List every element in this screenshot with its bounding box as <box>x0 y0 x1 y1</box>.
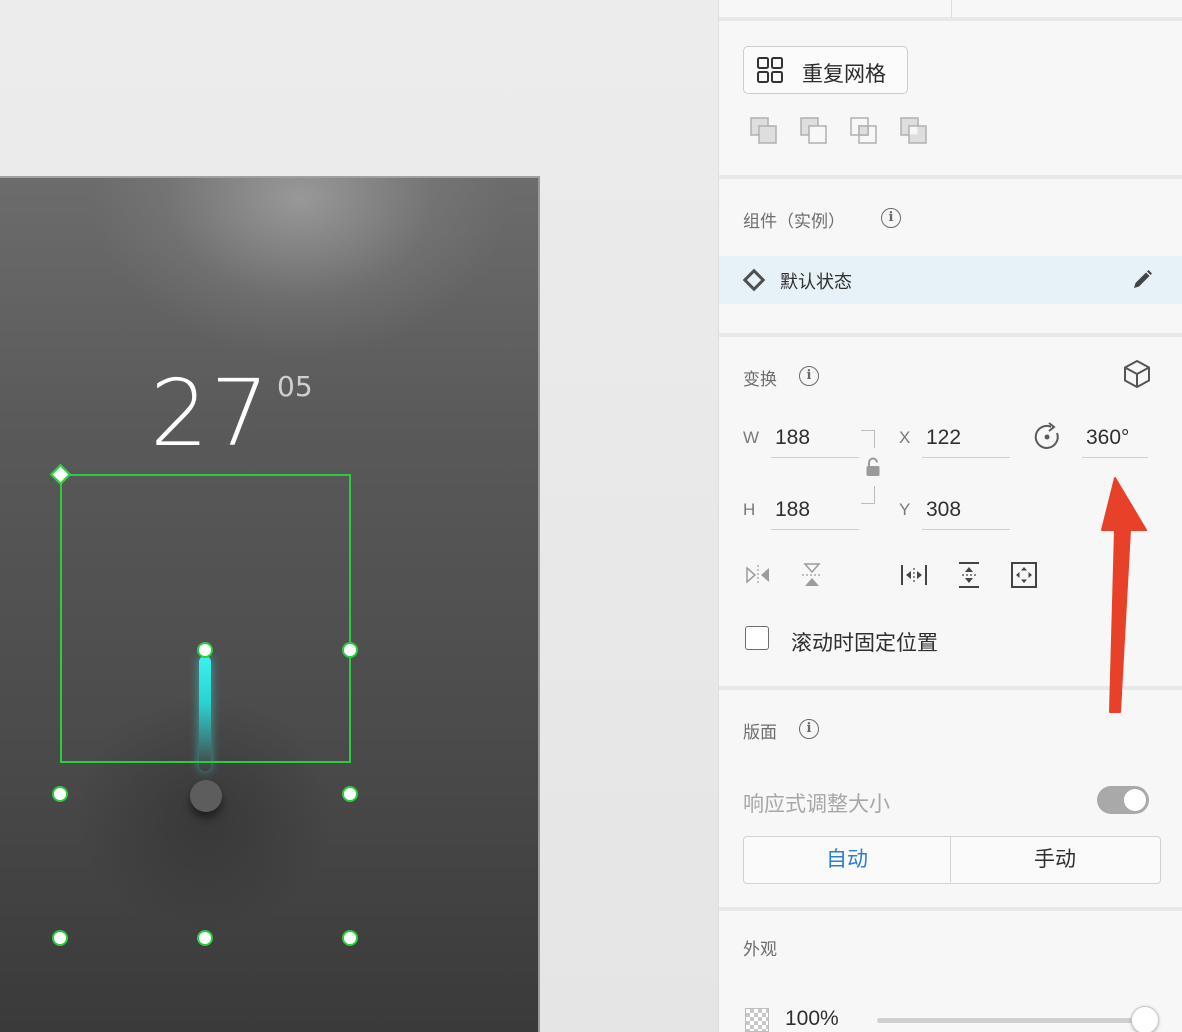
resize-mode-segmented-control: 自动 手动 <box>743 836 1161 884</box>
default-state-label: 默认状态 <box>780 272 852 292</box>
grid-icon <box>757 57 783 83</box>
top-strip <box>719 0 1182 18</box>
fit-to-frame-icon[interactable] <box>1009 560 1039 590</box>
component-state-icon <box>742 268 766 292</box>
distribute-vertical-icon[interactable] <box>954 560 984 590</box>
height-label: H <box>743 500 756 519</box>
info-icon[interactable]: i <box>881 208 901 228</box>
resize-handle-top-right[interactable] <box>342 642 358 658</box>
x-label: X <box>899 428 911 447</box>
repeat-grid-section <box>719 21 1182 176</box>
resize-handle-right[interactable] <box>342 786 358 802</box>
resize-handle-bottom-left[interactable] <box>52 930 68 946</box>
opacity-slider-thumb[interactable] <box>1131 1006 1159 1032</box>
temperature-value: 27 <box>150 360 272 467</box>
flip-vertical-icon[interactable] <box>797 560 827 590</box>
layout-section-title: 版面 <box>743 723 777 742</box>
y-field[interactable]: 308 <box>922 494 1010 530</box>
width-field[interactable]: 188 <box>771 422 859 458</box>
pencil-icon[interactable] <box>1131 269 1153 291</box>
aspect-lock-bracket <box>861 486 875 504</box>
responsive-resize-toggle[interactable] <box>1097 786 1149 814</box>
rotate-icon <box>1034 422 1059 449</box>
aspect-lock-bracket <box>861 430 875 448</box>
unlock-icon[interactable] <box>865 457 881 477</box>
transform-section-title: 变换 <box>743 370 777 389</box>
opacity-checker-icon <box>745 1008 769 1032</box>
fix-position-checkbox[interactable] <box>745 626 769 650</box>
rotation-field[interactable]: 360° <box>1082 422 1148 458</box>
info-icon[interactable]: i <box>799 719 819 739</box>
appearance-section-title: 外观 <box>743 940 777 959</box>
boolean-intersect-icon[interactable] <box>849 116 879 146</box>
info-icon[interactable]: i <box>799 366 819 386</box>
design-canvas[interactable]: 27 05 <box>0 0 718 1032</box>
opacity-value[interactable]: 100% <box>785 1007 839 1031</box>
width-label: W <box>743 428 760 447</box>
resize-handle-top[interactable] <box>197 642 213 658</box>
segment-auto[interactable]: 自动 <box>744 837 951 882</box>
y-value: 308 <box>926 498 962 521</box>
flip-horizontal-icon[interactable] <box>743 560 773 590</box>
segment-manual[interactable]: 手动 <box>951 837 1159 882</box>
annotation-arrow <box>1101 477 1147 713</box>
3d-transform-icon[interactable] <box>1121 358 1153 390</box>
x-field[interactable]: 122 <box>922 422 1010 458</box>
distribute-horizontal-icon[interactable] <box>899 560 929 590</box>
rotation-value: 360° <box>1086 426 1130 449</box>
boolean-add-icon[interactable] <box>749 116 779 146</box>
toggle-knob <box>1124 789 1146 811</box>
height-field[interactable]: 188 <box>771 494 859 530</box>
artboard-light-glow <box>90 178 510 358</box>
responsive-resize-label: 响应式调整大小 <box>743 793 890 816</box>
boolean-subtract-icon[interactable] <box>799 116 829 146</box>
component-section-title: 组件（实例） <box>743 212 845 231</box>
top-strip-divider <box>951 0 952 18</box>
height-value: 188 <box>775 498 811 521</box>
resize-handle-left[interactable] <box>52 786 68 802</box>
knob-center-dot <box>190 780 222 812</box>
fix-position-label: 滚动时固定位置 <box>791 632 938 655</box>
resize-handle-bottom[interactable] <box>197 930 213 946</box>
opacity-slider-track[interactable] <box>877 1018 1143 1023</box>
selection-bounding-box[interactable] <box>60 474 351 763</box>
repeat-grid-label: 重复网格 <box>802 63 886 86</box>
repeat-grid-button[interactable]: 重复网格 <box>743 46 908 94</box>
temperature-decimal: 05 <box>277 370 313 403</box>
y-label: Y <box>899 500 911 519</box>
width-value: 188 <box>775 426 811 449</box>
x-value: 122 <box>926 426 962 449</box>
default-state-row[interactable]: 默认状态 <box>719 256 1182 304</box>
boolean-exclude-icon[interactable] <box>899 116 929 146</box>
resize-handle-bottom-right[interactable] <box>342 930 358 946</box>
